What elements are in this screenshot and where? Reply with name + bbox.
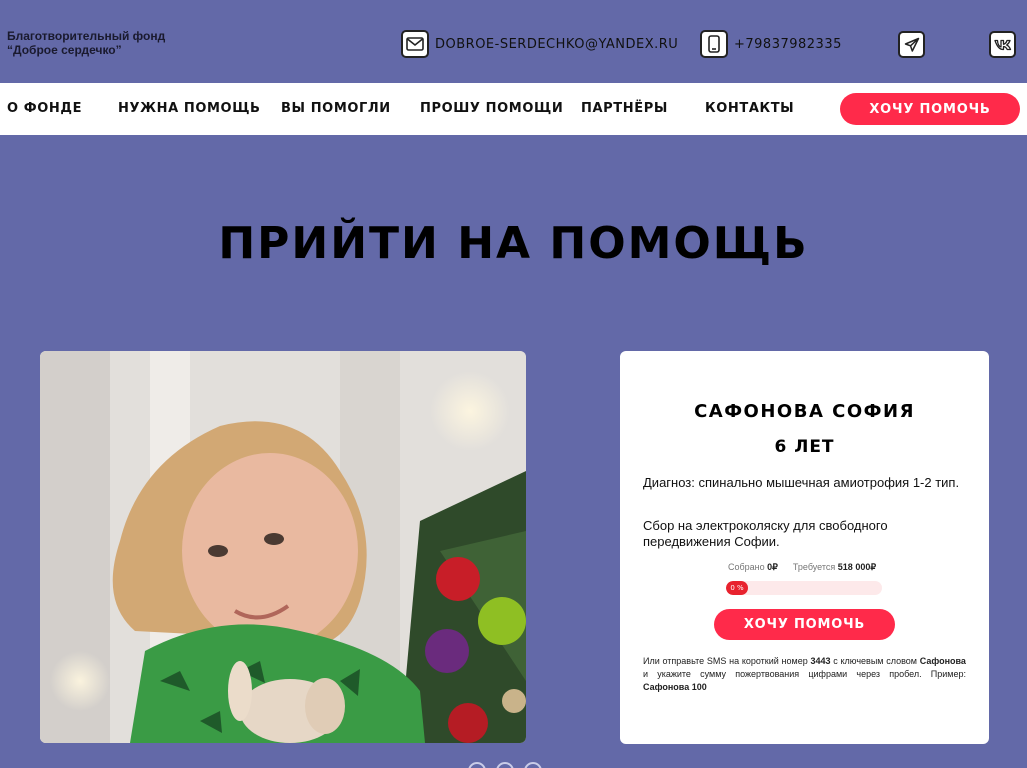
vk-icon[interactable] [989, 31, 1016, 58]
sms-instructions: Или отправьте SMS на короткий номер 3443… [643, 655, 966, 694]
nav-item-need-help[interactable]: НУЖНА ПОМОЩЬ [118, 101, 261, 116]
slider-dot[interactable] [524, 762, 542, 768]
funding-summary: Собрано 0₽ Требуется 518 000₽ [728, 562, 876, 573]
main-nav: О ФОНДЕ НУЖНА ПОМОЩЬ ВЫ ПОМОГЛИ ПРОШУ ПО… [0, 83, 1027, 135]
sms-keyword: Сафонова [919, 656, 966, 666]
diagnosis-text: Диагноз: спинально мышечная амиотрофия 1… [643, 475, 960, 490]
email-contact[interactable]: DOBROE-SERDECHKO@YANDEX.RU [401, 30, 678, 58]
nav-item-partners[interactable]: ПАРТНЁРЫ [581, 101, 668, 116]
sms-number: 3443 [810, 656, 831, 666]
nav-help-button[interactable]: ХОЧУ ПОМОЧЬ [840, 93, 1020, 125]
nav-item-about[interactable]: О ФОНДЕ [7, 101, 82, 116]
nav-item-you-helped[interactable]: ВЫ ПОМОГЛИ [281, 101, 391, 116]
phone-contact[interactable]: +79837982335 [700, 30, 842, 58]
sms-text-1: Или отправьте SMS на короткий номер [643, 656, 808, 666]
nav-item-contacts[interactable]: КОНТАКТЫ [705, 101, 794, 116]
phone-icon [700, 30, 728, 58]
collected-value: 0₽ [767, 562, 778, 572]
org-name[interactable]: Благотворительный фонд “Доброе сердечко” [7, 29, 165, 57]
slider-dot[interactable] [468, 762, 486, 768]
progress-fill: 0 % [726, 581, 748, 595]
child-name: САФОНОВА СОФИЯ [694, 401, 915, 422]
purpose-text: Сбор на электроколяску для свободного пе… [643, 518, 888, 549]
collected-label: Собрано [728, 562, 765, 572]
org-name-line1: Благотворительный фонд [7, 29, 166, 43]
nav-item-ask-help[interactable]: ПРОШУ ПОМОЩИ [420, 101, 563, 116]
phone-link[interactable]: +79837982335 [734, 37, 842, 52]
page-title: ПРИЙТИ НА ПОМОЩЬ [218, 218, 809, 269]
fundraiser-card: САФОНОВА СОФИЯ 6 ЛЕТ Диагноз: спинально … [620, 351, 989, 744]
child-age: 6 ЛЕТ [774, 437, 835, 457]
help-button[interactable]: ХОЧУ ПОМОЧЬ [714, 609, 895, 640]
required-label: Требуется [792, 562, 836, 572]
top-bar: Благотворительный фонд “Доброе сердечко”… [0, 0, 1027, 83]
sms-text-2: с ключевым словом [833, 656, 917, 666]
org-name-line2: “Доброе сердечко” [7, 43, 122, 57]
mail-icon [401, 30, 429, 58]
child-photo [40, 351, 526, 743]
slider-dots [468, 762, 542, 768]
slider-dot[interactable] [496, 762, 514, 768]
funding-progress-bar: 0 % [726, 581, 882, 595]
required-value: 518 000₽ [837, 562, 877, 572]
telegram-icon[interactable] [898, 31, 925, 58]
sms-text-3: и укажите сумму пожертвования цифрами че… [643, 669, 966, 679]
sms-example: Сафонова 100 [643, 682, 707, 692]
email-link[interactable]: DOBROE-SERDECHKO@YANDEX.RU [435, 37, 678, 52]
